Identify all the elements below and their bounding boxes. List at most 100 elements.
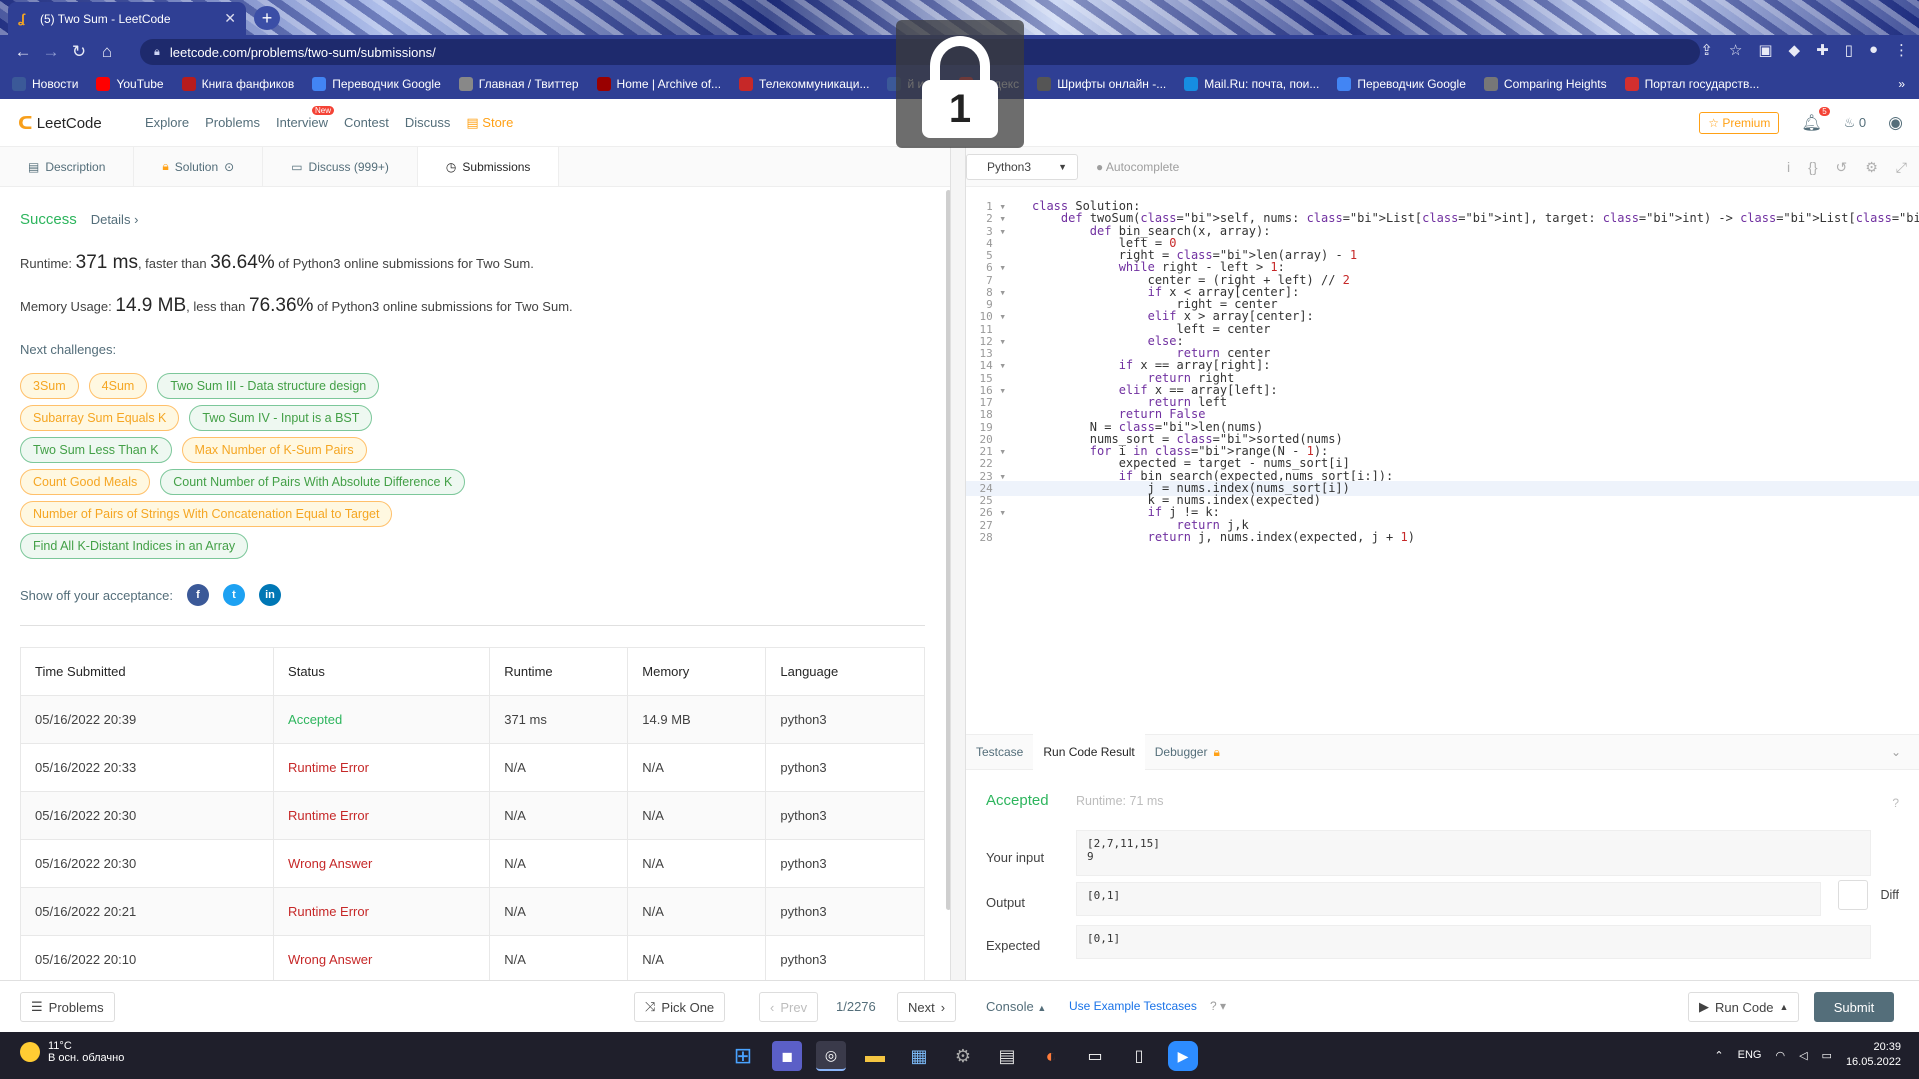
fullscreen-icon[interactable]: ⤢ [1896,159,1907,176]
reload-icon[interactable]: ↻ [66,42,92,62]
twitter-icon[interactable]: t [222,584,245,606]
help-icon[interactable]: ? [1892,796,1899,810]
browser-tab-active[interactable]: ʆ (5) Two Sum - LeetCode ✕ [8,2,246,35]
info-icon[interactable]: i [1787,159,1790,176]
table-cell[interactable]: Runtime Error [273,887,491,936]
tray-chevron-icon[interactable]: ⌃ [1714,1049,1723,1062]
tab-run-code-result[interactable]: Run Code Result [1033,734,1145,770]
tab-description[interactable]: ▤ Description [0,147,135,186]
notepad-icon[interactable]: ▯ [1124,1041,1154,1071]
language-indicator[interactable]: ENG [1738,1049,1762,1061]
bookmark-item[interactable]: Home | Archive of... [596,77,721,91]
console-toggle[interactable]: Console ▲ [986,999,1046,1014]
streak[interactable]: ♨ 0 [1844,115,1867,131]
notification-bell-icon[interactable]: 🔔︎ 5 [1801,107,1830,133]
pane-divider[interactable] [950,147,966,980]
challenge-chip[interactable]: Count Good Meals [20,469,151,495]
browser-app-icon[interactable]: ◐ [1036,1041,1066,1071]
language-select[interactable]: Python3 ▼ [966,154,1078,180]
challenge-chip[interactable]: Count Number of Pairs With Absolute Diff… [160,469,466,495]
user-avatar-icon[interactable]: ◉ [1888,113,1903,133]
table-row[interactable]: 05/16/2022 20:33 Runtime Error N/A N/A pytho… [19,743,925,792]
settings-gear-icon[interactable]: ⚙ [948,1041,978,1071]
prev-button[interactable]: ‹ Prev [759,992,819,1022]
linkedin-icon[interactable]: in [258,584,281,606]
table-row[interactable]: 05/16/2022 20:21 Runtime Error N/A N/A pytho… [19,887,925,936]
back-icon[interactable]: ← [10,42,36,62]
document-icon[interactable]: ▤ [992,1041,1022,1071]
bookmark-item[interactable]: Главная / Твиттер [458,77,579,91]
forward-icon[interactable]: → [38,42,64,62]
tab-debugger[interactable]: Debugger 🔒︎ [1145,734,1230,770]
bookmark-star-icon[interactable]: ☆ [1729,41,1742,59]
table-cell[interactable]: Runtime Error [273,791,491,840]
reset-icon[interactable]: ↺ [1836,159,1848,176]
bookmark-item[interactable]: Телекоммуникаци... [739,77,869,91]
tab-submissions[interactable]: ◷ Submissions [417,147,560,186]
status-link[interactable]: Accepted [288,712,342,727]
new-tab-button[interactable]: + [254,6,280,30]
puzzle-icon[interactable]: ✚ [1816,41,1829,59]
photos-icon[interactable]: ▦ [904,1041,934,1071]
bookmark-item[interactable]: Шрифты онлайн -... [1037,77,1166,91]
nav-interview[interactable]: Interview New [276,106,335,131]
status-link[interactable]: Wrong Answer [288,856,372,871]
extension-icon[interactable]: ▣ [1758,41,1772,59]
help-circle-icon[interactable]: ? ▾ [1210,999,1226,1013]
profile-avatar[interactable]: ● [1869,41,1878,59]
tab-discuss[interactable]: ▭ Discuss (999+) [263,147,418,186]
leetcode-logo[interactable]: ᑕ LeetCode [18,113,102,134]
challenge-chip[interactable]: 3Sum [20,373,79,399]
bookmark-item[interactable]: Переводчик Google [1337,77,1466,91]
problems-button[interactable]: ☰ Problems [20,992,115,1022]
home-icon[interactable]: ⌂ [94,42,120,62]
braces-icon[interactable]: {} [1808,159,1817,176]
teams-icon[interactable]: ◼ [772,1041,802,1071]
challenge-chip[interactable]: Two Sum IV - Input is a BST [189,405,373,431]
chrome-icon[interactable]: ◎ [816,1041,846,1071]
diff-switch[interactable] [1838,880,1869,910]
challenge-chip[interactable]: Two Sum III - Data structure design [157,373,380,399]
code-editor[interactable]: 1 ▾ class Solution: 2 ▾ def twoSum(class="… [966,187,1919,732]
tab-testcase[interactable]: Testcase [966,734,1033,770]
nav-contest[interactable]: Contest [344,115,389,131]
challenge-chip[interactable]: Two Sum Less Than K [20,437,172,463]
windows-start-icon[interactable]: ⊞ [728,1041,758,1071]
wifi-icon[interactable]: ◠ [1775,1049,1785,1062]
menu-icon[interactable]: ⋮ [1894,41,1909,59]
nav-explore[interactable]: Explore [145,115,189,131]
status-link[interactable]: Runtime Error [288,760,369,775]
diff-toggle[interactable]: Diff [1838,880,1899,910]
battery-icon[interactable]: ▭ [1822,1049,1832,1062]
nav-problems[interactable]: Problems [205,115,260,131]
collapse-chevron-icon[interactable]: ⌄ [1891,745,1901,759]
bookmark-item[interactable]: Comparing Heights [1483,77,1607,91]
challenge-chip[interactable]: Find All K-Distant Indices in an Array [20,533,249,559]
premium-button[interactable]: ☆ Premium [1699,112,1780,134]
autocomplete-toggle[interactable]: ● Autocomplete [1096,160,1179,174]
tab-solution[interactable]: 🔒︎ Solution ⊙ [134,147,264,186]
bookmark-item[interactable]: Mail.Ru: почта, пои... [1184,77,1319,91]
table-row[interactable]: 05/16/2022 20:30 Wrong Answer N/A N/A python… [19,839,925,888]
file-explorer-icon[interactable]: ▬ [860,1041,890,1071]
table-row[interactable]: 05/16/2022 20:39 Accepted 371 ms 14.9 MB pyt… [19,695,925,744]
code-line[interactable]: 28 return j, nums.index(expected, j + 1) [966,530,1919,545]
clock[interactable]: 20:39 16.05.2022 [1846,1040,1901,1070]
bookmark-item[interactable]: Книга фанфиков [181,77,294,91]
weather-widget[interactable]: 11°C В осн. облачно [20,1040,124,1064]
nav-store[interactable]: ▤ Store [466,115,513,131]
challenge-chip[interactable]: 4Sum [88,373,148,399]
facebook-icon[interactable]: f [186,584,209,606]
zoom-icon[interactable]: ▶ [1168,1041,1198,1071]
terminal-icon[interactable]: ▭ [1080,1041,1110,1071]
use-example-testcases[interactable]: Use Example Testcases [1069,999,1197,1013]
close-tab-icon[interactable]: ✕ [224,10,236,27]
more-bookmarks-icon[interactable]: » [1898,77,1905,91]
table-row[interactable]: 05/16/2022 20:10 Wrong Answer N/A N/A python… [19,935,925,980]
bookmark-item[interactable]: Новости [12,77,78,91]
table-cell[interactable]: Accepted [273,695,491,744]
submit-button[interactable]: Submit [1814,992,1894,1022]
sidebar-icon[interactable]: ▯ [1845,41,1853,59]
settings-icon[interactable]: ⚙ [1865,159,1878,176]
challenge-chip[interactable]: Number of Pairs of Strings With Concaten… [20,501,393,527]
